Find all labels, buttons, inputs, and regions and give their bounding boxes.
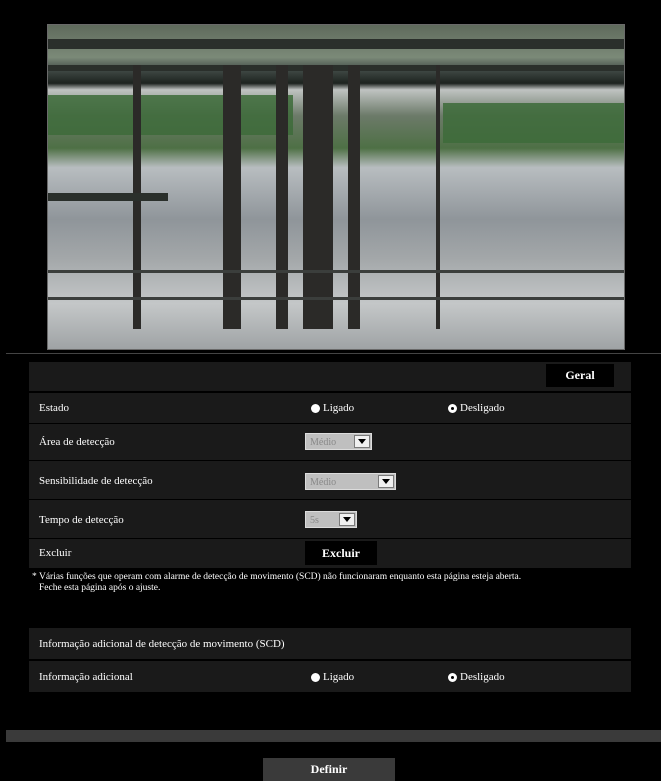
- row-excluir: Excluir Excluir: [29, 538, 631, 568]
- estado-on-radio[interactable]: Ligado: [311, 402, 354, 414]
- info-on-radio[interactable]: Ligado: [311, 671, 354, 683]
- chevron-down-icon: [354, 435, 370, 448]
- scene-post: [276, 65, 288, 329]
- geral-tab[interactable]: Geral: [546, 364, 614, 387]
- scene-hedge: [48, 95, 293, 135]
- scene-post: [348, 65, 360, 329]
- estado-off-radio[interactable]: Desligado: [448, 402, 505, 414]
- scene-bench: [48, 193, 168, 201]
- radio-selected-icon: [448, 403, 457, 413]
- scene-floor: [48, 270, 624, 273]
- warning-note: * Várias funções que operam com alarme d…: [32, 572, 632, 594]
- row-sensibilidade: Sensibilidade de detecção Médio: [29, 460, 631, 499]
- sens-select-value: Médio: [310, 477, 337, 488]
- note-line-1: * Várias funções que operam com alarme d…: [32, 572, 522, 582]
- bottom-bar: [6, 730, 661, 742]
- definir-button[interactable]: Definir: [263, 758, 395, 781]
- row-area: Área de detecção Médio: [29, 423, 631, 460]
- excluir-label: Excluir: [39, 547, 72, 559]
- info-off-radio[interactable]: Desligado: [448, 671, 505, 683]
- scd-header: Informação adicional de detecção de movi…: [29, 628, 631, 659]
- settings-header: Geral: [29, 362, 631, 391]
- area-label: Área de detecção: [39, 436, 115, 448]
- scene-post: [303, 65, 333, 329]
- radio-label: Desligado: [460, 671, 505, 683]
- scene-hedge: [443, 103, 624, 143]
- area-select[interactable]: Médio: [305, 433, 372, 450]
- radio-selected-icon: [448, 672, 457, 682]
- scene-post: [223, 65, 241, 329]
- tempo-label: Tempo de detecção: [39, 514, 124, 526]
- tempo-select[interactable]: 5s: [305, 511, 357, 528]
- row-info-adicional: Informação adicional Ligado Desligado: [29, 660, 631, 692]
- row-tempo: Tempo de detecção 5s: [29, 499, 631, 538]
- radio-label: Desligado: [460, 402, 505, 414]
- sens-select[interactable]: Médio: [305, 473, 396, 490]
- info-adicional-label: Informação adicional: [39, 671, 133, 683]
- radio-icon: [311, 672, 320, 682]
- radio-icon: [311, 403, 320, 413]
- scd-title: Informação adicional de detecção de movi…: [39, 638, 285, 650]
- radio-label: Ligado: [323, 402, 355, 414]
- tempo-select-value: 5s: [310, 515, 319, 526]
- estado-label: Estado: [39, 402, 69, 414]
- row-estado: Estado Ligado Desligado: [29, 392, 631, 423]
- chevron-down-icon: [339, 513, 355, 526]
- scene-post: [436, 65, 440, 329]
- scene-beam: [48, 39, 624, 49]
- area-select-value: Médio: [310, 437, 337, 448]
- scene-floor: [48, 297, 624, 300]
- radio-label: Ligado: [323, 671, 355, 683]
- note-line-2: Feche esta página após o ajuste.: [39, 583, 161, 593]
- divider: [6, 353, 661, 354]
- chevron-down-icon: [378, 475, 394, 488]
- sens-label: Sensibilidade de detecção: [39, 475, 153, 487]
- camera-preview: [47, 24, 625, 350]
- excluir-button[interactable]: Excluir: [305, 541, 377, 565]
